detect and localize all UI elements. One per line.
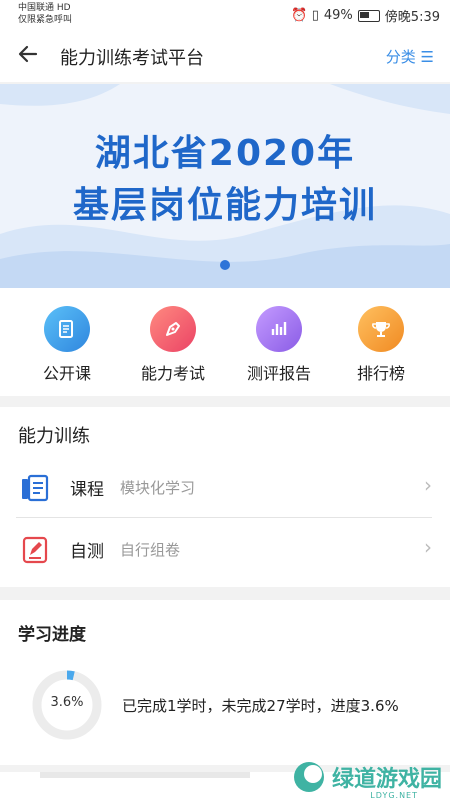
progress-section: 学习进度 3.6% 已完成1学时，未完成27学时，进度3.6% bbox=[0, 600, 450, 765]
quick-item-ability-exam[interactable]: 能力考试 bbox=[118, 306, 228, 384]
quick-label: 能力考试 bbox=[140, 364, 205, 383]
divider bbox=[16, 517, 432, 518]
progress-percent: 3.6% bbox=[50, 695, 84, 710]
quick-item-open-course[interactable]: 公开课 bbox=[12, 306, 122, 384]
row-label: 自测 bbox=[70, 542, 104, 562]
clock: 傍晚5:39 bbox=[384, 10, 440, 25]
banner-line2: 基层岗位能力培训 bbox=[72, 185, 377, 226]
carrier-info: 中国联通 HD 仅限紧急呼叫 bbox=[18, 2, 72, 26]
banner-line1: 湖北省2020年 bbox=[94, 133, 356, 174]
progress-summary: 已完成1学时，未完成27学时，进度3.6% bbox=[122, 697, 399, 715]
quick-label: 测评报告 bbox=[246, 364, 311, 383]
trophy-icon bbox=[358, 306, 404, 352]
battery-icon bbox=[357, 9, 380, 22]
training-row-course[interactable]: 课程 模块化学习 › bbox=[0, 457, 450, 517]
app-header: 能力训练考试平台 分类 ☰ bbox=[0, 30, 450, 82]
page-title: 能力训练考试平台 bbox=[60, 48, 204, 69]
quick-label: 排行榜 bbox=[356, 364, 405, 383]
bottom-divider bbox=[40, 772, 250, 778]
category-button[interactable]: 分类 ☰ bbox=[386, 46, 434, 67]
edit-document-icon bbox=[44, 306, 90, 352]
row-label: 课程 bbox=[70, 480, 104, 500]
row-desc: 自行组卷 bbox=[120, 541, 181, 559]
section-title: 能力训练 bbox=[18, 426, 90, 447]
self-test-icon bbox=[22, 536, 48, 564]
pen-icon bbox=[150, 306, 196, 352]
carrier-name: 中国联通 HD bbox=[18, 3, 71, 13]
banner-carousel[interactable]: 湖北省2020年 基层岗位能力培训 bbox=[0, 84, 450, 288]
battery-percent: 49% bbox=[323, 8, 353, 23]
watermark: 绿道游戏园 bbox=[292, 760, 442, 794]
progress-title: 学习进度 bbox=[18, 625, 86, 645]
bar-chart-icon bbox=[256, 306, 302, 352]
arrow-left-icon bbox=[18, 45, 38, 63]
quick-label: 公开课 bbox=[42, 364, 91, 383]
row-desc: 模块化学习 bbox=[120, 479, 196, 497]
watermark-sub: LDYG.NET bbox=[370, 791, 418, 800]
emergency-only: 仅限紧急呼叫 bbox=[18, 15, 73, 25]
quick-item-leaderboard[interactable]: 排行榜 bbox=[326, 306, 436, 384]
alarm-vibrate-icons: ⏰ ▯ bbox=[291, 8, 319, 23]
status-bar: 中国联通 HD 仅限紧急呼叫 ⏰ ▯ 49% 傍晚5:39 bbox=[0, 0, 450, 30]
training-row-self-test[interactable]: 自测 自行组卷 › bbox=[0, 519, 450, 579]
carousel-indicator[interactable] bbox=[220, 260, 230, 270]
course-icon bbox=[22, 474, 49, 502]
watermark-logo-icon bbox=[293, 762, 324, 792]
quick-menu: 公开课 能力考试 测评报告 排行榜 bbox=[0, 288, 450, 396]
watermark-name: 绿道游戏园 bbox=[331, 767, 442, 792]
training-section: 能力训练 课程 模块化学习 › 自测 自行组卷 › bbox=[0, 407, 450, 587]
status-right: ⏰ ▯ 49% 傍晚5:39 bbox=[291, 6, 440, 25]
chevron-right-icon: › bbox=[424, 535, 432, 559]
quick-item-eval-report[interactable]: 测评报告 bbox=[224, 306, 334, 384]
chevron-right-icon: › bbox=[424, 473, 432, 497]
back-button[interactable] bbox=[16, 42, 40, 72]
